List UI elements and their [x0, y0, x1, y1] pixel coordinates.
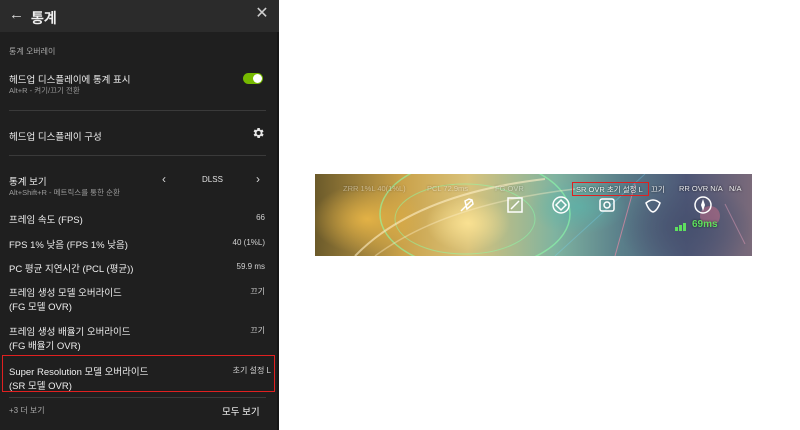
show-more-link[interactable]: +3 더 보기	[9, 405, 45, 416]
section-label: 통계 오버레이	[9, 47, 56, 56]
divider	[9, 110, 266, 111]
sr-ovr-highlight	[572, 182, 649, 196]
hud-config-title: 헤드업 디스플레이 구성	[9, 132, 102, 143]
close-icon[interactable]: ✕	[254, 6, 270, 22]
stat-row-title-line2: (FG 모델 OVR)	[9, 302, 72, 313]
hud-stat: PCL 72.9ms	[427, 184, 468, 193]
hud-rr-value: N/A	[729, 184, 742, 193]
feather-icon	[460, 198, 474, 212]
ping-value: 69ms	[692, 219, 718, 230]
stat-row-title: 프레임 속도 (FPS)	[9, 215, 83, 226]
chevron-left-icon[interactable]: ‹	[162, 172, 166, 186]
gear-icon[interactable]	[251, 126, 265, 140]
signal-bars-icon	[675, 223, 686, 231]
hud-toggle-title: 헤드업 디스플레이에 통계 표시	[9, 75, 131, 86]
stat-row-title: 프레임 생성 모델 오버라이드	[9, 288, 122, 299]
hud-toggle-switch[interactable]	[243, 73, 263, 84]
stat-row-title: FPS 1% 낮음 (FPS 1% 낮음)	[9, 240, 128, 251]
stats-view-value: DLSS	[202, 175, 223, 184]
stats-view-title: 통계 보기	[9, 177, 47, 188]
stat-row-value: 66	[256, 213, 265, 222]
hud-toggle-shortcut: Alt+R - 켜기/끄기 전환	[9, 86, 80, 95]
toggle-knob	[253, 74, 262, 83]
stats-view-shortcut: Alt+Shift+R - 메트릭스를 통한 순환	[9, 188, 120, 197]
screen: ← 통계 ✕ 통계 오버레이 헤드업 디스플레이에 통계 표시 Alt+R - …	[0, 0, 800, 430]
compass-icon	[694, 196, 712, 214]
map-icon	[507, 197, 523, 213]
game-screenshot: ZRR 1%L 40(1%L) PCL 72.9ms FG OVR SR OVR…	[315, 174, 752, 256]
stat-row-value: 끄기	[250, 287, 265, 296]
stat-row-value: 59.9 ms	[236, 262, 265, 271]
hud-stat: FG OVR	[495, 184, 524, 193]
target-icon	[599, 198, 615, 212]
shield-icon	[552, 196, 570, 214]
hud-overlay: ZRR 1%L 40(1%L) PCL 72.9ms FG OVR SR OVR…	[315, 182, 752, 196]
back-arrow-icon[interactable]: ←	[9, 7, 25, 23]
stat-row-title-line2: (FG 배율기 OVR)	[9, 341, 81, 352]
hud-stat: 끄기	[651, 185, 665, 194]
panel-title: 통계	[31, 10, 57, 26]
view-all-button[interactable]: 모두 보기	[222, 404, 260, 418]
stat-row-value: 끄기	[250, 326, 265, 335]
sr-model-highlight	[2, 355, 275, 392]
divider	[9, 155, 266, 156]
hud-rr-ovr: RR OVR N/A	[679, 184, 723, 193]
stat-row-title: 프레임 생성 배율기 오버라이드	[9, 327, 131, 338]
creature-icon	[645, 199, 661, 213]
stat-row-value: 40 (1%L)	[232, 238, 265, 247]
hud-stat: ZRR 1%L 40(1%L)	[343, 184, 406, 193]
chevron-right-icon[interactable]: ›	[256, 172, 260, 186]
stats-panel: ← 통계 ✕ 통계 오버레이 헤드업 디스플레이에 통계 표시 Alt+R - …	[0, 0, 279, 430]
divider	[9, 397, 266, 398]
panel-header: ← 통계 ✕	[0, 0, 279, 32]
stat-row-title: PC 평균 지연시간 (PCL (평균))	[9, 264, 134, 275]
